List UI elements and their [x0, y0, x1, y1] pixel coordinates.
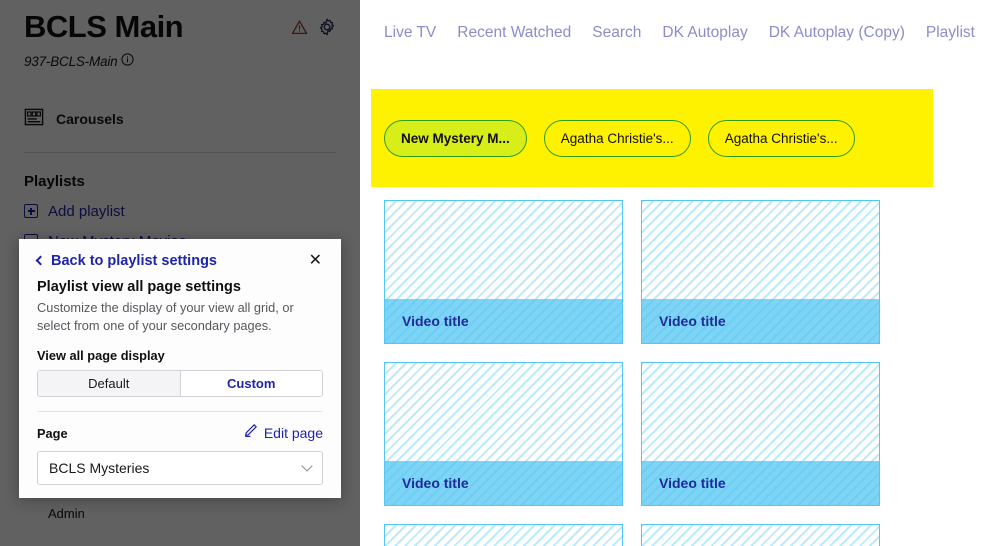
edit-page-link[interactable]: Edit page — [243, 423, 323, 443]
video-title: Video title — [402, 475, 469, 491]
nav-tab-search[interactable]: Search — [592, 24, 641, 42]
video-card[interactable]: Video title — [384, 524, 623, 546]
modal-divider — [37, 411, 323, 413]
modal-heading: Playlist view all page settings — [37, 279, 241, 295]
close-icon[interactable]: ✕ — [308, 253, 323, 269]
video-thumbnail — [642, 525, 879, 546]
video-thumbnail — [642, 201, 879, 299]
nav-tab-recent-watched[interactable]: Recent Watched — [457, 24, 571, 42]
video-grid: Video title Video title Video title Vide… — [384, 200, 1003, 546]
video-card[interactable]: Video title — [641, 200, 880, 344]
video-card[interactable]: Video title — [384, 362, 623, 506]
video-card[interactable]: Video title — [384, 200, 623, 344]
video-thumbnail — [385, 525, 622, 546]
playlist-view-all-settings-modal: Back to playlist settings ✕ Playlist vie… — [19, 239, 341, 498]
page-field-row: Page Edit page — [37, 423, 323, 443]
pill-agatha-christie-1[interactable]: Agatha Christie's... — [543, 119, 691, 157]
nav-tab-playlist[interactable]: Playlist — [926, 24, 975, 42]
page-label: Page — [37, 425, 68, 441]
video-card-footer: Video title — [385, 461, 622, 505]
video-card-footer: Video title — [642, 461, 879, 505]
pill-new-mystery-movies[interactable]: New Mystery M... — [384, 119, 527, 157]
modal-body: Back to playlist settings ✕ Playlist vie… — [19, 239, 341, 486]
playlist-pill-bar: New Mystery M... Agatha Christie's... Ag… — [371, 89, 933, 187]
preview-navbar: Live TV Recent Watched Search DK Autopla… — [360, 0, 1003, 42]
back-to-playlist-settings-link[interactable]: Back to playlist settings — [35, 253, 308, 269]
video-title: Video title — [659, 475, 726, 491]
modal-header: Back to playlist settings ✕ — [35, 253, 323, 269]
video-title: Video title — [402, 313, 469, 329]
nav-tab-live-tv[interactable]: Live TV — [384, 24, 436, 42]
back-link-label: Back to playlist settings — [51, 253, 217, 269]
segment-default[interactable]: Default — [38, 371, 180, 397]
video-title: Video title — [659, 313, 726, 329]
video-thumbnail — [642, 363, 879, 461]
chevron-down-icon — [301, 460, 313, 472]
chevron-left-icon — [35, 255, 46, 266]
edit-page-label: Edit page — [263, 425, 323, 442]
nav-tab-dk-autoplay[interactable]: DK Autoplay — [662, 24, 747, 42]
video-card[interactable]: Video title — [641, 362, 880, 506]
segment-custom[interactable]: Custom — [179, 371, 322, 397]
video-thumbnail — [385, 201, 622, 299]
nav-tab-dk-autoplay-copy[interactable]: DK Autoplay (Copy) — [769, 24, 905, 42]
page-select-value: BCLS Mysteries — [49, 460, 150, 477]
pencil-icon — [243, 423, 258, 443]
video-card[interactable]: Video title — [641, 524, 880, 546]
video-card-footer: Video title — [642, 299, 879, 343]
video-thumbnail — [385, 363, 622, 461]
pill-row: New Mystery M... Agatha Christie's... Ag… — [371, 89, 933, 187]
modal-description: Customize the display of your view all g… — [37, 300, 294, 334]
admin-label[interactable]: Admin — [48, 506, 85, 521]
preview-panel: Live TV Recent Watched Search DK Autopla… — [360, 0, 1003, 546]
view-all-page-display-label: View all page display — [37, 348, 165, 364]
view-all-display-segmented-control: Default Custom — [37, 370, 323, 398]
page-select[interactable]: BCLS Mysteries — [37, 451, 323, 486]
pill-agatha-christie-2[interactable]: Agatha Christie's... — [707, 119, 855, 157]
video-card-footer: Video title — [385, 299, 622, 343]
app-root: BCLS Main — [0, 0, 1003, 546]
